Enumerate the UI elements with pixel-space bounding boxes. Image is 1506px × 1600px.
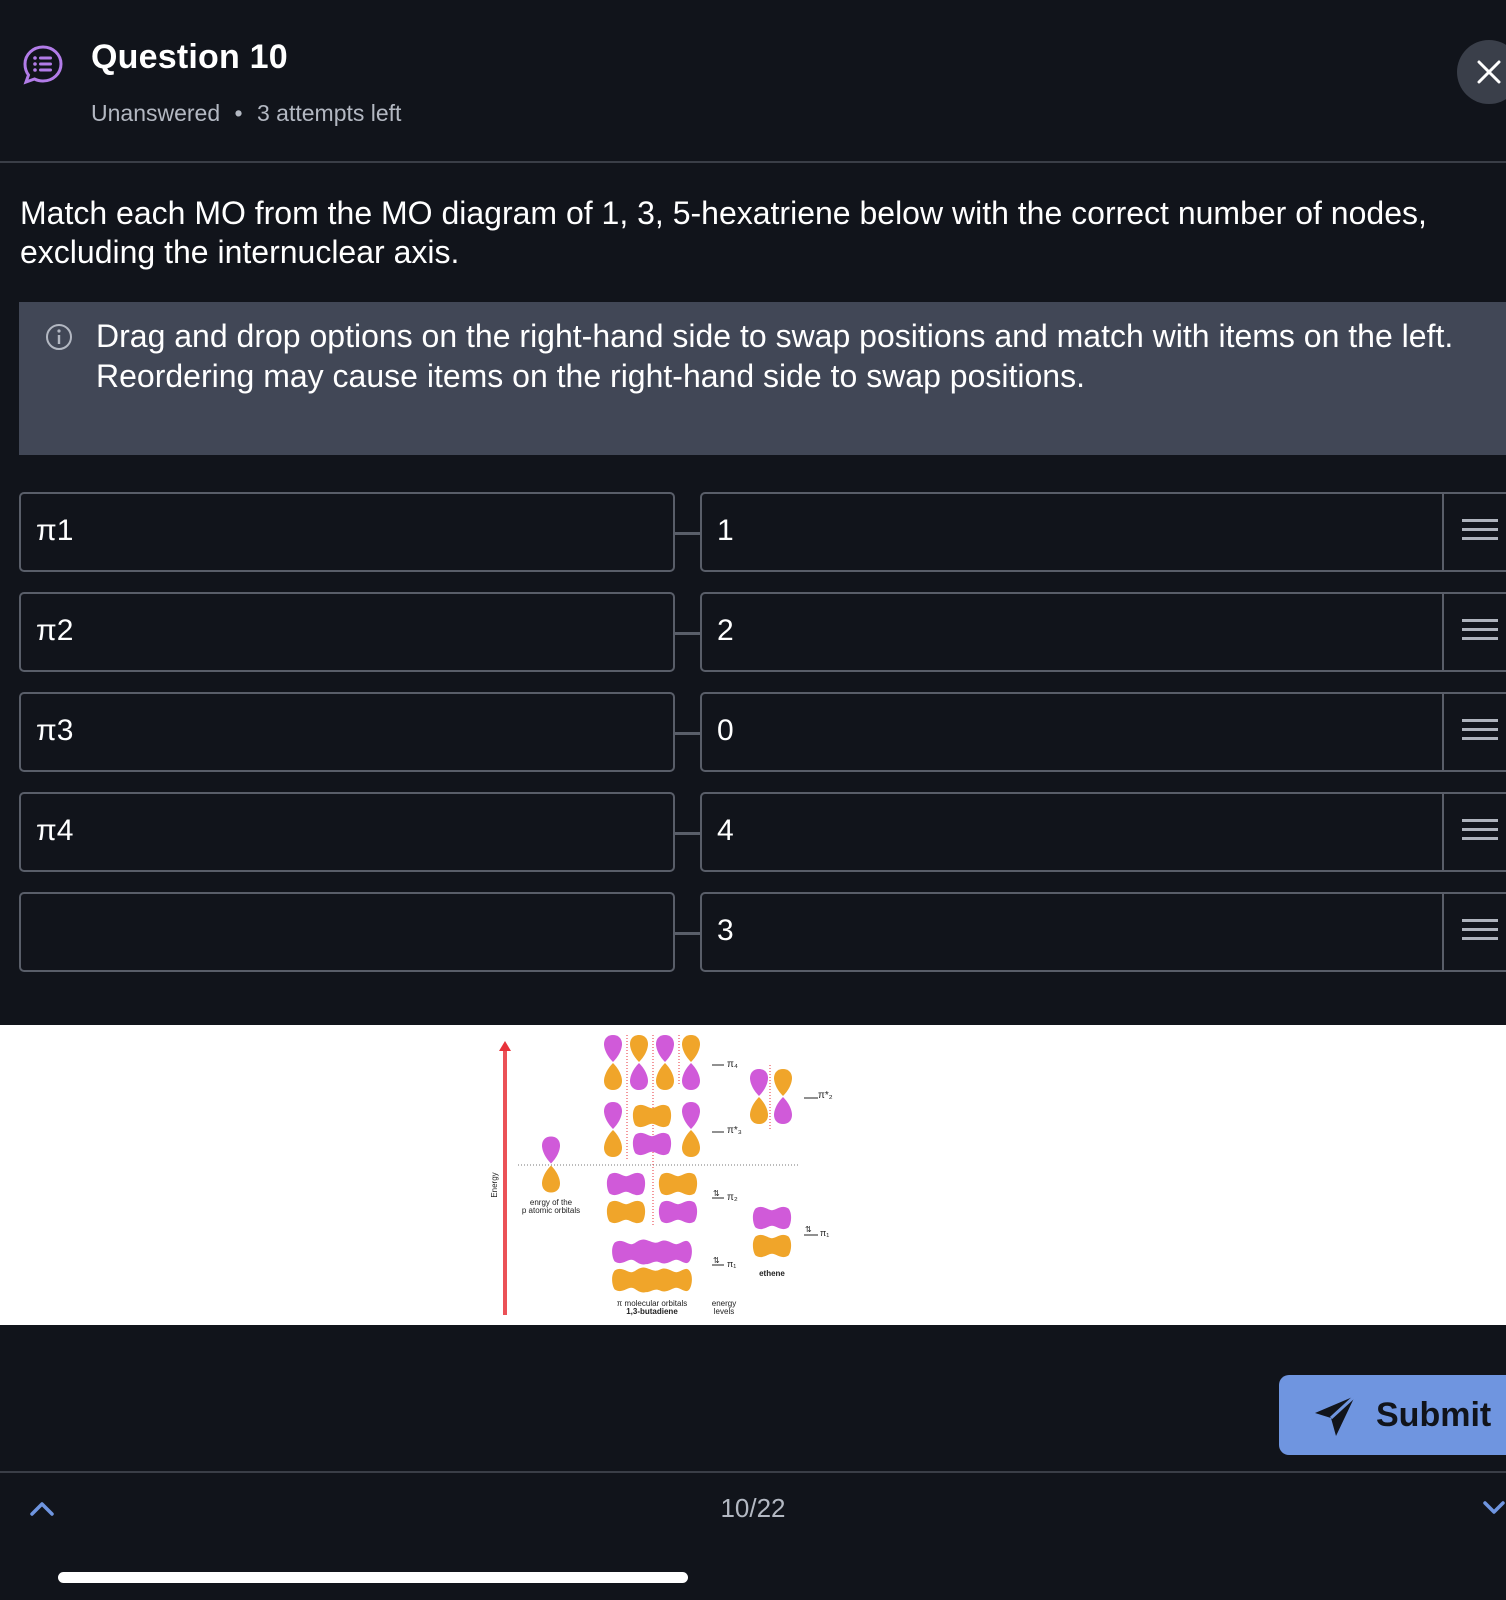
energy-arrow [499, 1041, 511, 1051]
question-status: Unanswered • 3 attempts left [91, 100, 401, 127]
pi1-level-label: π₁ [727, 1259, 736, 1269]
ethene-pi2-label: π*₂ [818, 1090, 833, 1101]
pi3-level-label: π*₃ [727, 1125, 742, 1136]
energy-axis [503, 1045, 507, 1315]
match-right-value: 2 [717, 614, 734, 647]
handle-divider [1442, 694, 1444, 770]
match-right-value: 3 [717, 914, 734, 947]
match-left-label: π1 [36, 514, 74, 547]
handle-divider [1442, 894, 1444, 970]
hint-text: Drag and drop options on the right-hand … [96, 316, 1476, 396]
match-left-label: π3 [36, 714, 74, 747]
pi2-level-label: π₂ [727, 1192, 738, 1203]
match-left-item: π2 [19, 592, 675, 672]
match-left-item: π4 [19, 792, 675, 872]
match-connector [675, 632, 701, 635]
status-text: Unanswered [91, 100, 221, 126]
mo-label-2: 1,3-butadiene [626, 1307, 678, 1316]
match-connector [675, 932, 701, 935]
header-divider [0, 161, 1506, 163]
send-icon [1315, 1394, 1357, 1436]
match-right-option[interactable]: 1 [700, 492, 1506, 572]
match-right-option[interactable]: 4 [700, 792, 1506, 872]
handle-divider [1442, 594, 1444, 670]
footer-divider [0, 1471, 1506, 1473]
match-right-option[interactable]: 2 [700, 592, 1506, 672]
match-left-item [19, 892, 675, 972]
question-pager: 10/22 [720, 1493, 786, 1523]
handle-divider [1442, 794, 1444, 870]
hint-line-2: Reordering may cause items on the right-… [96, 358, 1085, 394]
ethene-label: ethene [759, 1269, 785, 1278]
match-connector [675, 832, 701, 835]
match-left-item: π1 [19, 492, 675, 572]
pi1-electron-pair: ⇅ [713, 1256, 720, 1265]
match-right-value: 1 [717, 514, 734, 547]
status-separator: • [234, 100, 243, 126]
question-list-icon [22, 44, 64, 86]
ethene-electron-pair: ⇅ [805, 1225, 812, 1234]
mo-diagram: Energy enrgy of the p atomic orbitals π₄… [0, 1025, 1506, 1325]
question-prompt: Match each MO from the MO diagram of 1, … [20, 195, 1427, 270]
ethene-pi1-label: π₁ [820, 1228, 829, 1238]
info-icon [45, 323, 73, 356]
match-right-value: 0 [717, 714, 734, 747]
home-indicator [58, 1572, 688, 1583]
match-left-label: π2 [36, 614, 74, 647]
match-right-option[interactable]: 3 [700, 892, 1506, 972]
match-right-value: 4 [717, 814, 734, 847]
match-right-option[interactable]: 0 [700, 692, 1506, 772]
drag-handle-icon[interactable] [1462, 519, 1498, 545]
hint-line-1: Drag and drop options on the right-hand … [96, 318, 1454, 354]
submit-button[interactable]: Submit [1279, 1375, 1506, 1455]
attempts-text: 3 attempts left [256, 100, 402, 126]
drag-handle-icon[interactable] [1462, 819, 1498, 845]
atomic-label-2: p atomic orbitals [522, 1206, 580, 1215]
levels-label-2: levels [714, 1307, 734, 1316]
drag-handle-icon[interactable] [1462, 919, 1498, 945]
match-connector [675, 532, 701, 535]
p-orbital-lobe [542, 1165, 560, 1193]
submit-label: Submit [1376, 1396, 1492, 1434]
match-connector [675, 732, 701, 735]
pi4-level-label: π₄ [727, 1059, 738, 1070]
p-orbital-lobe [542, 1136, 560, 1164]
pi2-electron-pair: ⇅ [713, 1189, 720, 1198]
match-left-item: π3 [19, 692, 675, 772]
close-icon [1477, 60, 1501, 84]
handle-divider [1442, 494, 1444, 570]
next-question-button[interactable] [1482, 1497, 1506, 1524]
match-left-label: π4 [36, 814, 74, 847]
drag-handle-icon[interactable] [1462, 719, 1498, 745]
question-title: Question 10 [91, 38, 288, 76]
energy-axis-label: Energy [490, 1172, 499, 1197]
chevron-down-icon [1483, 1501, 1505, 1514]
drag-handle-icon[interactable] [1462, 619, 1498, 645]
close-button[interactable] [1457, 40, 1506, 104]
